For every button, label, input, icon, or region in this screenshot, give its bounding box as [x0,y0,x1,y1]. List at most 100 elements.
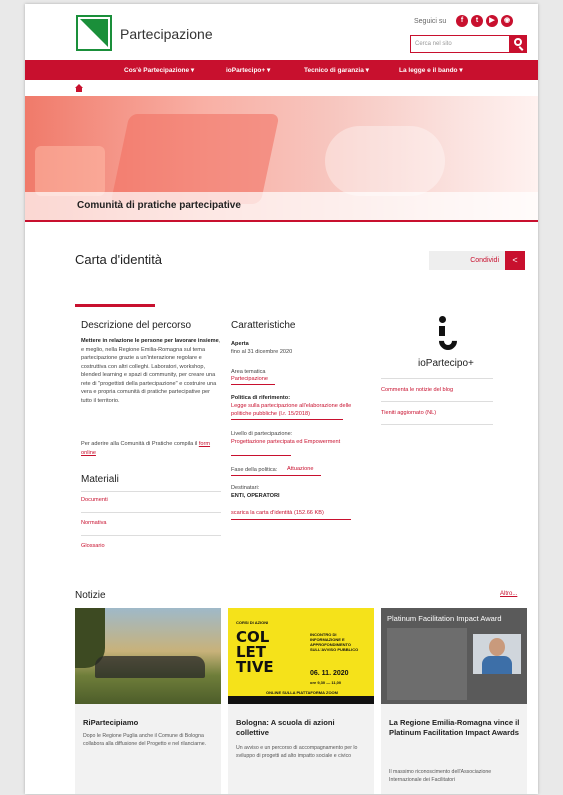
hero-title: Comunità di pratiche partecipative [77,200,241,211]
materiali-glossario[interactable]: Glossario [81,543,105,549]
descrizione-text: Mettere in relazione le persone per lavo… [81,337,221,405]
join-label: Per aderire alla Comunità di Pratiche co… [81,441,199,447]
materiali-normativa[interactable]: Normativa [81,520,107,526]
poster-time: ore 9,30 — 11,00 [310,680,342,685]
status-detail: fino al 31 dicembre 2020 [231,349,293,355]
destinatari-label: Destinatari: [231,485,260,491]
politica-link[interactable]: Legge sulla partecipazione all'elaborazi… [231,402,361,418]
poster-big-text: COL LET TIVE [236,630,274,675]
link-underline [231,384,275,385]
news-desc: Un avviso e un percorso di accompagnamen… [236,745,358,759]
nav-item-tecnico[interactable]: Tecnico di garanzia ▾ [304,66,369,74]
divider [81,535,221,536]
status-value: Aperta [231,341,249,347]
share-button[interactable]: Condividi [429,251,505,270]
youtube-icon[interactable]: ▶ [486,15,498,27]
twitter-icon[interactable]: t [471,15,483,27]
hero-title-band: Comunità di pratiche partecipative [25,192,538,220]
news-desc: Dopo le Regione Puglia anche il Comune d… [83,733,207,747]
aside-link-newsletter[interactable]: Tieniti aggiornato (NL) [381,410,436,416]
follow-label: Seguici su [414,18,447,25]
notizie-more-link[interactable]: Altro... [500,591,517,597]
news-title[interactable]: RiPartecipiamo [83,718,215,728]
join-text: Per aderire alla Comunità di Pratiche co… [81,440,221,457]
nav-item-legge[interactable]: La legge e il bando ▾ [399,66,463,74]
award-title: Platinum Facilitation Impact Award [387,614,502,623]
nav-item-iopartecipo[interactable]: ioPartecipo+ ▾ [226,66,270,74]
person-head [489,638,505,656]
news-image[interactable] [75,608,221,704]
news-image[interactable]: CORSI DI AZIONI COL LET TIVE INCONTRO DI I… [228,608,374,704]
news-card[interactable]: CORSI DI AZIONI COL LET TIVE INCONTRO DI I… [228,608,374,794]
news-card[interactable]: Platinum Facilitation Impact Award La Re… [381,608,527,794]
rss-icon[interactable]: ◉ [501,15,513,27]
page-title: Carta d'identità [75,252,163,267]
iopartecipo-name: ioPartecipo+ [418,358,474,369]
fase-link[interactable]: Attuazione [287,466,313,472]
search-button[interactable] [510,35,527,53]
home-icon[interactable] [75,84,83,92]
share-icon[interactable]: < [505,251,525,270]
download-label: scarica la carta d'identità ( [231,510,296,516]
news-image[interactable]: Platinum Facilitation Impact Award [381,608,527,704]
destinatari-value: ENTI, OPERATORI [231,493,280,499]
livello-link[interactable]: Progettazione partecipata ed Empowerment [231,438,341,446]
download-link[interactable]: scarica la carta d'identità (152.66 KB) [231,510,324,516]
link-underline [231,455,291,456]
news-title[interactable]: La Regione Emilia-Romagna vince il Plati… [389,718,521,738]
breadcrumb [25,80,538,96]
poster-strip [228,696,374,704]
descrizione-bold: Mettere in relazione le persone per lavo… [81,338,219,344]
descrizione-heading: Descrizione del percorso [81,320,192,331]
divider [381,424,493,425]
area-link[interactable]: Partecipazione [231,376,268,382]
home-icon-base [76,88,82,92]
search-input[interactable]: Cerca nel sito [410,35,510,53]
news-desc: Il massimo riconoscimento dell'Associazi… [389,769,492,783]
search-icon-handle [518,46,524,51]
iopartecipo-logo[interactable] [435,316,465,354]
logo-dot [439,316,446,323]
person-body [482,656,512,674]
poster-top-text: CORSI DI AZIONI [236,620,269,625]
divider [381,401,493,402]
logo-mark [80,19,108,47]
link-underline [231,519,351,520]
caratteristiche-heading: Caratteristiche [231,320,296,331]
group-shape [95,656,205,678]
politica-label: Politica di riferimento: [231,395,291,401]
hero-shape [110,114,280,204]
site-title[interactable]: Partecipazione [120,26,213,42]
award-panel [387,628,467,700]
aside-link-commenta[interactable]: Commenta le notizie del blog [381,387,453,393]
descrizione-rest: , e meglio, nella Regione Emilia-Romagna… [81,338,221,404]
nav-item-cos-e[interactable]: Cos'è Partecipazione ▾ [124,66,194,74]
link-underline [231,475,321,476]
divider [381,378,493,379]
news-card[interactable]: RiPartecipiamo Dopo le Regione Puglia an… [75,608,221,794]
fase-label: Fase della politica: [231,467,278,473]
hero-divider [25,220,538,222]
download-size: 152.66 KB) [295,510,324,516]
hero-shape [325,126,445,196]
poster-info: INCONTRO DI INFORMAZIONE E APPROFONDIMEN… [310,632,359,652]
poster-word: TIVE [236,658,274,676]
section-accent [75,304,155,307]
page-frame: Partecipazione Seguici su f t ▶ ◉ Cerca … [25,4,538,794]
site-header: Partecipazione Seguici su f t ▶ ◉ Cerca … [25,4,538,60]
news-title[interactable]: Bologna: A scuola di azioni collettive [236,718,368,738]
divider [81,491,221,492]
facebook-icon[interactable]: f [456,15,468,27]
hero-shape [35,146,105,196]
hero-banner: Comunità di pratiche partecipative [25,96,538,220]
main-nav: Cos'è Partecipazione ▾ ioPartecipo+ ▾ Te… [25,60,538,80]
poster-date: 06. 11. 2020 [310,670,349,677]
materiali-documenti[interactable]: Documenti [81,497,108,503]
notizie-heading: Notizie [75,590,106,601]
materiali-heading: Materiali [81,474,119,485]
poster-bottom: ONLINE SULLA PIATTAFORMA ZOOM [266,690,338,695]
divider [81,512,221,513]
link-underline [231,419,343,420]
area-label: Area tematica [231,369,266,375]
region-logo[interactable] [76,15,112,51]
